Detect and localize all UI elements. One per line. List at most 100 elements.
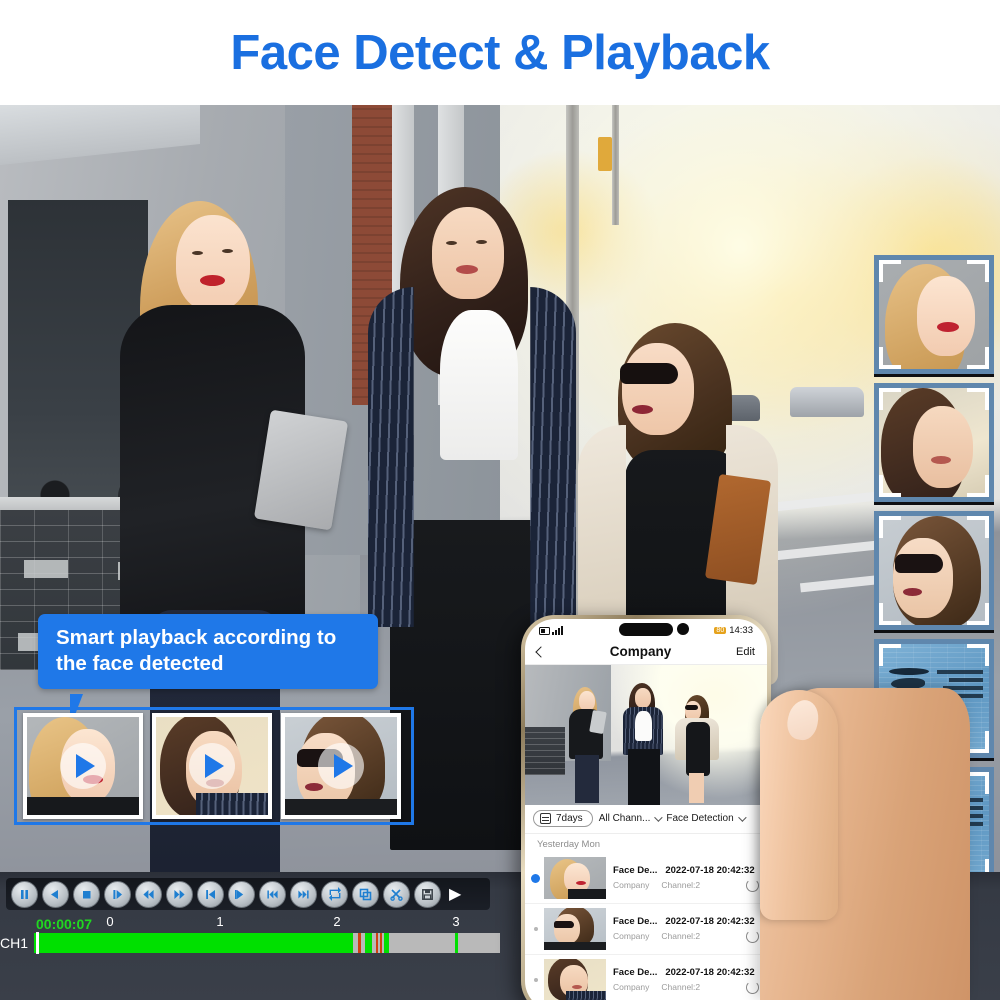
fast-forward-button[interactable] [166, 880, 193, 908]
clip-button[interactable] [383, 880, 410, 908]
event-type-label: Face Detection [666, 813, 734, 824]
timeline-alarm-segment [376, 933, 378, 953]
play-reverse-button[interactable] [42, 880, 69, 908]
battery-level: 80 [714, 627, 727, 634]
edit-button[interactable]: Edit [736, 646, 755, 658]
list-item[interactable]: Face De... 2022-07-18 20:42:32 Company C… [525, 904, 767, 955]
timeline-alarm-segment [379, 933, 382, 953]
timeline-alarm-segment [358, 933, 362, 953]
video-thumbnail-3[interactable] [281, 713, 401, 819]
unselected-indicator [533, 978, 538, 982]
face [176, 215, 250, 311]
list-item[interactable]: Face De... 2022-07-18 20:42:32 Company C… [525, 853, 767, 904]
loop-button[interactable] [321, 880, 348, 908]
blouse [440, 310, 518, 460]
eye [192, 251, 203, 255]
channel-filter-label: All Chann... [598, 813, 651, 824]
phone-clock: 14:33 [729, 625, 753, 636]
detect-bracket-icon [967, 388, 989, 410]
status-right: 80 14:33 [714, 625, 753, 636]
dynamic-island [619, 623, 673, 636]
detect-bracket-icon [879, 475, 901, 497]
detect-bracket-icon [967, 516, 989, 538]
page-title: Face Detect & Playback [230, 25, 770, 80]
detect-bracket-icon [967, 260, 989, 282]
event-thumbnail[interactable] [544, 959, 606, 1000]
refresh-icon[interactable] [746, 929, 759, 943]
timeline-channel-label: CH1 [0, 935, 29, 951]
event-channel: Channel:2 [661, 931, 701, 941]
detect-bracket-icon [967, 475, 989, 497]
refresh-icon[interactable] [746, 980, 759, 994]
date-range-filter[interactable]: 7days [533, 810, 593, 827]
pause-button[interactable] [11, 880, 38, 908]
play-button[interactable] [60, 743, 106, 789]
next-frame-button[interactable] [228, 880, 255, 908]
signal-pole [612, 105, 619, 225]
play-button[interactable] [318, 743, 364, 789]
phone-preview-image[interactable] [525, 665, 767, 805]
refresh-icon[interactable] [746, 878, 759, 892]
event-thumbnail[interactable] [544, 908, 606, 950]
timeline-recorded-segment [383, 933, 390, 953]
play-button[interactable] [189, 743, 235, 789]
sunglasses [620, 363, 678, 384]
event-meta: Face De... 2022-07-18 20:42:32 Company C… [606, 967, 759, 994]
event-type-filter[interactable]: Face Detection [666, 812, 747, 824]
detect-bracket-icon [967, 731, 989, 753]
channel-filter[interactable]: All Chann... [598, 812, 664, 824]
detect-bracket-icon [967, 772, 989, 794]
callout-text: Smart playback according to the face det… [56, 626, 337, 676]
rewind-button[interactable] [135, 880, 162, 908]
copy-button[interactable] [352, 880, 379, 908]
next-file-button[interactable] [290, 880, 317, 908]
prev-file-button[interactable] [259, 880, 286, 908]
chevron-down-icon [654, 812, 664, 822]
tick-2: 2 [333, 914, 341, 929]
timeline-track[interactable] [34, 932, 500, 954]
front-camera-icon [677, 623, 689, 635]
chevron-left-icon[interactable] [535, 645, 547, 658]
face-thumbnail-2[interactable] [874, 383, 994, 505]
play-icon [334, 754, 353, 778]
more-controls-arrow[interactable]: ▶ [449, 884, 461, 904]
tick-3: 3 [452, 914, 460, 929]
detect-bracket-icon [879, 516, 901, 538]
face-thumbnail-3[interactable] [874, 511, 994, 633]
detect-bracket-icon [879, 260, 901, 282]
event-thumbnail[interactable] [544, 857, 606, 899]
prev-frame-button[interactable] [197, 880, 224, 908]
timeline-recorded-segment [364, 933, 373, 953]
event-type: Face De... [613, 966, 658, 978]
screenshot-root: Face Detect & Playback Smart playback ac… [0, 0, 1000, 1000]
tick-1: 1 [216, 914, 224, 929]
sim-icon [539, 626, 550, 635]
callout-bubble: Smart playback according to the face det… [38, 614, 378, 690]
phone-page-title: Company [609, 644, 672, 659]
face [432, 207, 504, 299]
timeline-row[interactable]: CH1 [0, 932, 500, 954]
event-list: Face De... 2022-07-18 20:42:32 Company C… [525, 853, 767, 1000]
event-group: Company [613, 982, 650, 992]
lips [456, 265, 478, 274]
stop-button[interactable] [73, 880, 100, 908]
video-thumbnail-1[interactable] [23, 713, 143, 819]
face-thumbnail-1[interactable] [874, 255, 994, 377]
lips [200, 275, 225, 286]
lips [632, 405, 653, 414]
detect-bracket-icon [967, 603, 989, 625]
list-item[interactable]: Face De... 2022-07-18 20:42:32 Company C… [525, 955, 767, 1000]
face [622, 343, 694, 435]
calendar-icon [540, 813, 551, 824]
wall-tile [24, 560, 68, 578]
step-forward-button[interactable] [104, 880, 131, 908]
timeline-recorded-segment [454, 933, 458, 953]
play-icon [76, 754, 95, 778]
timeline-cursor[interactable] [35, 932, 39, 954]
save-button[interactable] [414, 880, 441, 908]
playback-thumbnail-strip [14, 707, 414, 825]
play-icon [205, 754, 224, 778]
unselected-indicator [533, 927, 538, 931]
video-thumbnail-2[interactable] [152, 713, 272, 819]
timeline-recorded-segment [34, 933, 354, 953]
